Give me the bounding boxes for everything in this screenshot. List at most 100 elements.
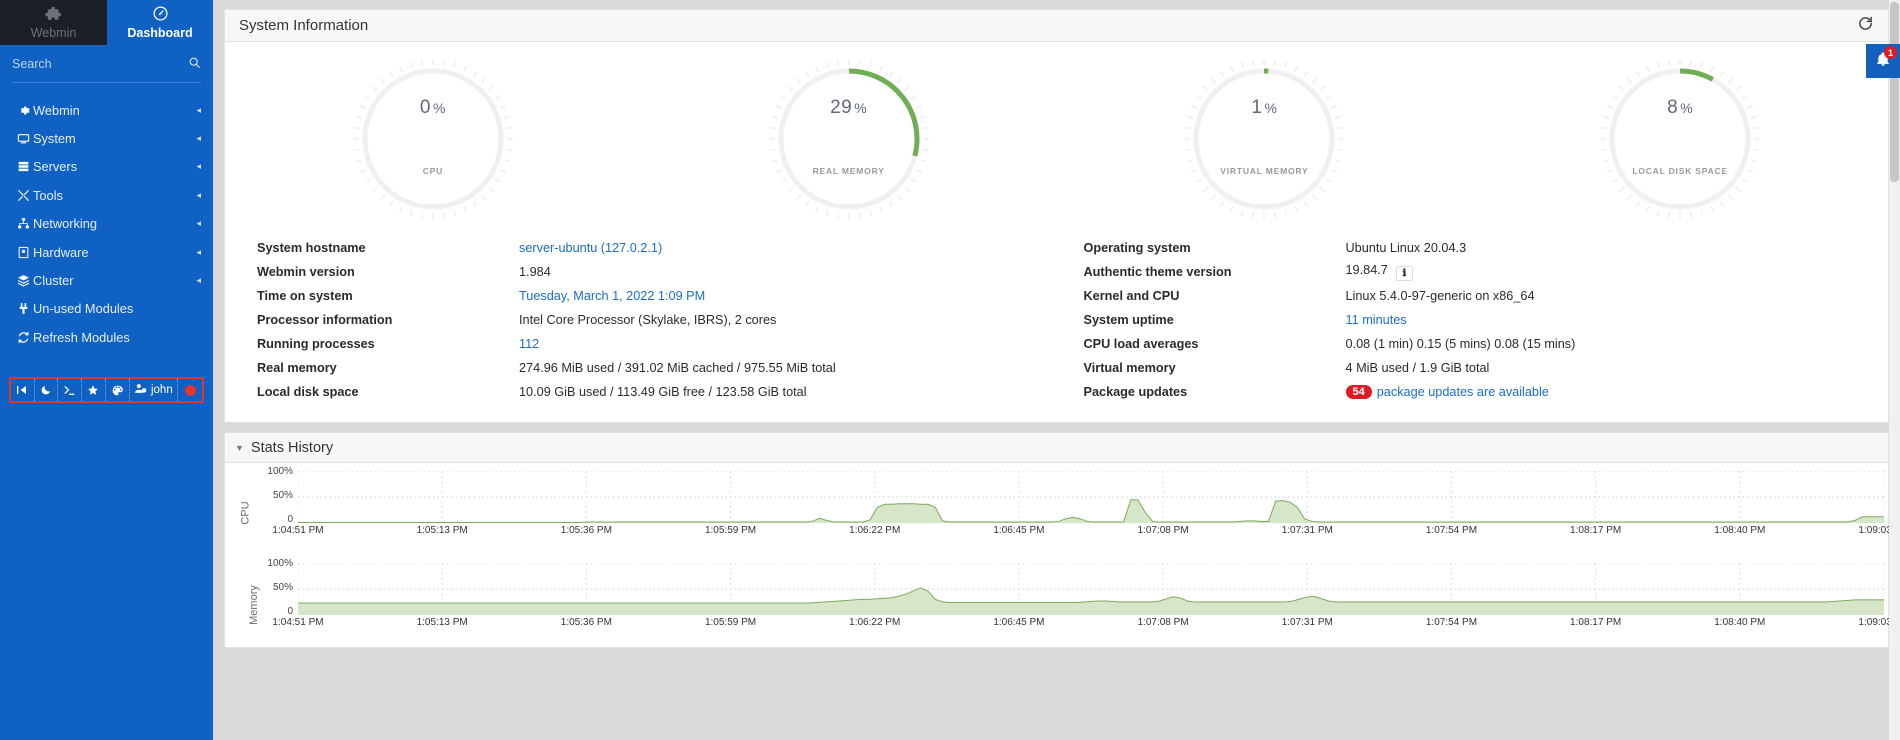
system-info-right-column: Operating system Ubuntu Linux 20.04.3 Auth… (1062, 236, 1889, 404)
chevron-left-icon: ◂ (196, 218, 201, 229)
chevron-left-icon: ◂ (196, 133, 201, 144)
sidebar-item-cluster[interactable]: Cluster ◂ (0, 266, 213, 294)
gauge-value-unit: % (854, 100, 868, 116)
sidebar-item-label: Servers (33, 159, 78, 175)
layers-icon (13, 274, 33, 287)
stats-history-title: Stats History (250, 439, 334, 456)
info-row-value: 274.96 MiB used / 391.02 MiB cached / 97… (519, 361, 836, 375)
info-row: Operating system Ubuntu Linux 20.04.3 (1084, 236, 1889, 260)
chart-xtick-label: 1:05:36 PM (560, 617, 612, 628)
chart-xtick-label: 1:05:13 PM (416, 525, 468, 536)
star-icon[interactable] (82, 379, 106, 401)
page-scrollbar[interactable] (1889, 0, 1900, 740)
info-tooltip-icon[interactable]: ℹ (1395, 266, 1413, 281)
info-row-key: Processor information (257, 313, 393, 327)
network-icon (13, 217, 33, 230)
sidebar-mini-toolbar: john (9, 377, 204, 403)
tools-icon (13, 189, 33, 202)
sidebar-item-networking[interactable]: Networking ◂ (0, 210, 213, 238)
user-menu-button[interactable]: john (130, 379, 179, 401)
gauge-row: 0% CPU 29% REAL MEMORY 1 % VIRTUAL MEMOR… (225, 42, 1888, 232)
chevron-left-icon: ◂ (196, 161, 201, 172)
plug-icon (13, 302, 33, 315)
palette-icon[interactable] (106, 379, 130, 401)
info-row: Local disk space 10.09 GiB used / 113.49 … (257, 380, 1062, 404)
sidebar-item-tools[interactable]: Tools ◂ (0, 181, 213, 209)
search-bar[interactable] (12, 45, 201, 83)
terminal-icon[interactable] (58, 379, 83, 401)
scrollbar-thumb[interactable] (1890, 2, 1899, 182)
sidebar-item-system[interactable]: System ◂ (0, 124, 213, 152)
collapse-sidebar-icon[interactable] (11, 379, 35, 401)
webmin-dashboard: Webmin Dashboard Search Webmin ◂ System … (0, 0, 1900, 740)
hardware-icon (13, 246, 33, 259)
sidebar-item-unused-modules[interactable]: Un-used Modules (0, 295, 213, 323)
info-row-value[interactable]: 54 package updates are available (1345, 385, 1549, 399)
search-icon[interactable] (188, 56, 201, 72)
stats-history-header[interactable]: ▼ Stats History (225, 433, 1888, 463)
chart-xtick-label: 1:08:40 PM (1714, 525, 1766, 536)
chart-xtick-label: 1:07:08 PM (1137, 617, 1189, 628)
chart-xtick-label: 1:07:31 PM (1281, 525, 1333, 536)
gauge-value-number: 0 (419, 97, 431, 118)
brand-webmin-label: Webmin (30, 25, 77, 40)
chart-xtick-label: 1:06:45 PM (993, 617, 1045, 628)
info-row-key: Operating system (1083, 241, 1191, 255)
sidebar-item-label: System (33, 131, 76, 147)
sidebar-item-label: Un-used Modules (33, 301, 134, 317)
gauge-local-disk-space: 8% LOCAL DISK SPACE (1589, 48, 1771, 230)
info-row-key: System uptime (1083, 313, 1174, 327)
chevron-left-icon: ◂ (196, 275, 201, 286)
moon-icon[interactable] (35, 379, 59, 401)
info-row: Processor information Intel Core Processo… (257, 308, 1062, 332)
gauge-value-number: 1 (1251, 97, 1263, 118)
info-row-value[interactable]: 11 minutes (1346, 313, 1407, 327)
sidebar-item-refresh-modules[interactable]: Refresh Modules (0, 323, 213, 351)
refresh-icon[interactable] (1857, 15, 1874, 37)
sidebar-item-hardware[interactable]: Hardware ◂ (0, 238, 213, 266)
info-row-value: 0.08 (1 min) 0.15 (5 mins) 0.08 (15 mins… (1345, 337, 1576, 351)
info-row-value[interactable]: 112 (519, 337, 539, 351)
panel-header: System Information (225, 10, 1888, 42)
info-row-key: Running processes (257, 337, 375, 351)
stats-history-panel: ▼ Stats History CPU 100% 50% 0 1:04:51 P… (224, 432, 1900, 648)
brand-webmin[interactable]: Webmin (0, 0, 107, 45)
system-info-left-column: System hostname server-ubuntu (127.0.2.1)… (225, 236, 1062, 404)
notification-badge: 1 (1884, 46, 1897, 59)
sidebar-item-servers[interactable]: Servers ◂ (0, 153, 213, 181)
info-row-value[interactable]: Tuesday, March 1, 2022 1:09 PM (519, 289, 705, 303)
info-row: Time on system Tuesday, March 1, 2022 1:0… (257, 284, 1062, 308)
gauge-cpu-label: CPU (422, 166, 444, 176)
gauge-cell-virtual-memory: 1% VIRTUAL MEMORY (1057, 48, 1473, 232)
chart-xtick-label: 1:06:45 PM (993, 525, 1045, 536)
logout-icon[interactable] (178, 379, 202, 401)
chevron-left-icon: ◂ (196, 246, 201, 257)
gauge-cell-cpu: 0% CPU (225, 48, 641, 232)
search-input[interactable] (12, 56, 172, 71)
sidebar-item-label: Hardware (33, 244, 89, 260)
status-badge: 54 (1345, 385, 1372, 399)
info-row-value[interactable]: server-ubuntu (127.0.2.1) (519, 241, 662, 255)
brand-dashboard[interactable]: Dashboard (107, 0, 213, 45)
info-row-value-text[interactable]: package updates are available (1377, 385, 1549, 399)
info-row-value: Linux 5.4.0-97-generic on x86_64 (1345, 289, 1535, 303)
gauge-virtual-memory: 1% VIRTUAL MEMORY (1173, 48, 1355, 230)
info-row-key: CPU load averages (1083, 337, 1199, 351)
memory-chart: Memory 100% 50% 0 1:04:51 PM 1:05:13 PM 1:… (225, 555, 1900, 647)
notifications-button[interactable]: 1 (1866, 44, 1900, 78)
sidebar-item-label: Cluster (33, 273, 74, 289)
chart-xtick-label: 1:05:59 PM (704, 525, 757, 536)
info-row-key: Local disk space (257, 385, 359, 399)
chart-xtick-label: 1:08:40 PM (1714, 617, 1766, 628)
chart-xtick-label: 1:05:36 PM (560, 525, 612, 536)
gauge-value-unit: % (1680, 100, 1694, 116)
page-title: System Information (239, 17, 369, 34)
info-row-key: Kernel and CPU (1083, 289, 1180, 303)
cpu-chart-xticks: 1:04:51 PM 1:05:13 PM 1:05:36 PM 1:05:59 PM… (272, 525, 1900, 541)
cpu-chart-ylabel: CPU (239, 501, 252, 525)
chart-xtick-label: 1:04:51 PM (272, 617, 324, 628)
sidebar-item-webmin[interactable]: Webmin ◂ (0, 96, 213, 124)
triangle-down-icon[interactable]: ▼ (235, 443, 244, 453)
gauge-cpu: 0% CPU (342, 48, 524, 230)
info-row: CPU load averages 0.08 (1 min) 0.15 (5 mi… (1084, 332, 1889, 356)
